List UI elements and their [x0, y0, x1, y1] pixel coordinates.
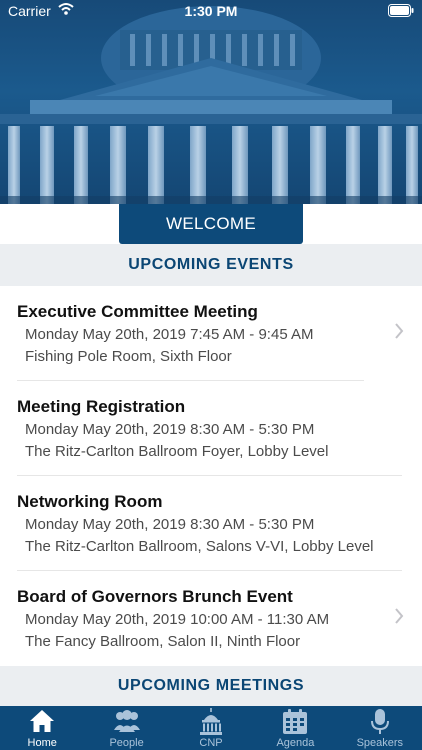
- event-title: Board of Governors Brunch Event: [17, 587, 293, 606]
- tab-home[interactable]: Home: [0, 706, 84, 750]
- event-time: Monday May 20th, 2019 8:30 AM - 5:30 PM: [25, 421, 315, 438]
- welcome-button[interactable]: WELCOME: [119, 204, 303, 244]
- event-item-networking-room[interactable]: Networking Room Monday May 20th, 2019 8:…: [0, 476, 422, 571]
- event-location: Fishing Pole Room, Sixth Floor: [25, 348, 232, 365]
- people-icon: [113, 710, 140, 732]
- event-list: Executive Committee Meeting Monday May 2…: [0, 286, 422, 666]
- tab-label: Agenda: [276, 737, 315, 749]
- event-location: The Ritz-Carlton Ballroom Foyer, Lobby L…: [25, 443, 329, 460]
- capitol-icon: [200, 708, 223, 735]
- battery-icon: [388, 4, 414, 20]
- calendar-icon: [283, 709, 308, 734]
- event-item-board-brunch[interactable]: Board of Governors Brunch Event Monday M…: [0, 571, 422, 666]
- event-location: The Fancy Ballroom, Salon II, Ninth Floo…: [25, 633, 301, 650]
- home-icon: [30, 710, 55, 732]
- event-location: The Ritz-Carlton Ballroom, Salons V-VI, …: [25, 538, 374, 555]
- tab-agenda[interactable]: Agenda: [253, 706, 337, 750]
- tab-speakers[interactable]: Speakers: [338, 706, 422, 750]
- capitol-building-illustration: [0, 6, 422, 204]
- tab-bar: Home People CNP Agenda Speakers: [0, 706, 422, 750]
- event-title: Meeting Registration: [17, 397, 186, 416]
- microphone-icon: [370, 709, 389, 734]
- event-item-meeting-registration[interactable]: Meeting Registration Monday May 20th, 20…: [0, 381, 422, 476]
- status-time: 1:30 PM: [184, 3, 238, 19]
- event-title: Executive Committee Meeting: [17, 302, 258, 321]
- event-time: Monday May 20th, 2019 7:45 AM - 9:45 AM: [25, 326, 314, 343]
- event-title: Networking Room: [17, 492, 163, 511]
- chevron-right-icon: [395, 608, 404, 624]
- tab-cnp[interactable]: CNP: [169, 706, 253, 750]
- event-item-executive-committee[interactable]: Executive Committee Meeting Monday May 2…: [0, 286, 422, 381]
- tab-label: People: [109, 737, 144, 749]
- status-bar: Carrier 1:30 PM: [0, 0, 422, 22]
- tab-label: CNP: [199, 737, 223, 749]
- event-time: Monday May 20th, 2019 8:30 AM - 5:30 PM: [25, 516, 315, 533]
- tab-people[interactable]: People: [84, 706, 168, 750]
- upcoming-events-header: UPCOMING EVENTS: [0, 244, 422, 286]
- tab-label: Home: [27, 737, 57, 749]
- header-capitol-image: Carrier 1:30 PM: [0, 0, 422, 204]
- chevron-right-icon: [395, 323, 404, 339]
- event-time: Monday May 20th, 2019 10:00 AM - 11:30 A…: [25, 611, 330, 628]
- tab-label: Speakers: [356, 737, 404, 749]
- upcoming-meetings-header: UPCOMING MEETINGS: [0, 666, 422, 706]
